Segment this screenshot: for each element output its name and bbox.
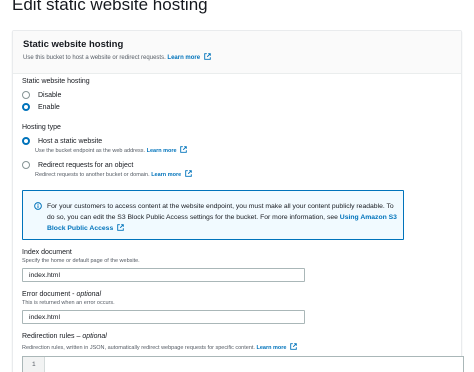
radio-enable-label[interactable]: Enable — [38, 104, 60, 111]
redirection-rules-description-text: Redirection rules, written in JSON, auto… — [22, 345, 255, 351]
radio-redirect-requests[interactable]: Redirect requests for an object — [22, 161, 133, 169]
panel-header: Static website hosting Use this bucket t… — [13, 31, 461, 74]
page-title: Edit static website hosting — [12, 0, 208, 14]
radio-enable-indicator[interactable] — [22, 103, 30, 111]
host-static-description-text: Use the bucket endpoint as the web addre… — [35, 148, 146, 154]
radio-host-static-indicator[interactable] — [22, 137, 30, 145]
radio-disable-label[interactable]: Disable — [38, 92, 61, 99]
radio-enable[interactable]: Enable — [22, 103, 60, 111]
external-link-icon[interactable] — [290, 343, 297, 350]
error-document-label-text: Error document - — [22, 291, 75, 298]
external-link-icon[interactable] — [180, 146, 187, 153]
index-document-label: Index document — [22, 249, 72, 256]
radio-disable[interactable]: Disable — [22, 91, 61, 99]
hosting-type-label: Hosting type — [22, 124, 61, 131]
radio-host-static-website[interactable]: Host a static website — [22, 137, 102, 145]
redirection-rules-label-text: Redirection rules – — [22, 333, 81, 340]
panel-learn-more-link[interactable]: Learn more — [167, 55, 200, 61]
index-document-input[interactable] — [22, 268, 305, 282]
index-document-description: Specify the home or default page of the … — [22, 258, 140, 264]
radio-host-static-label[interactable]: Host a static website — [38, 138, 102, 145]
redirect-description: Redirect requests to another bucket or d… — [35, 170, 192, 178]
redirection-rules-learn-more-link[interactable]: Learn more — [256, 345, 286, 351]
editor-line-number: 1 — [32, 361, 36, 368]
editor-gutter: 1 — [23, 357, 45, 372]
info-alert: For your customers to access content at … — [22, 190, 404, 240]
error-document-input[interactable] — [22, 310, 305, 324]
error-document-description: This is returned when an error occurs. — [22, 300, 115, 306]
redirect-description-text: Redirect requests to another bucket or d… — [35, 172, 150, 178]
redirection-rules-description: Redirection rules, written in JSON, auto… — [22, 343, 297, 351]
redirect-learn-more-link[interactable]: Learn more — [151, 172, 181, 178]
external-link-icon[interactable] — [117, 224, 124, 231]
redirection-rules-optional: optional — [82, 333, 107, 340]
hosting-toggle-label: Static website hosting — [22, 78, 90, 85]
info-alert-text: For your customers to access content at … — [47, 201, 399, 234]
radio-disable-indicator[interactable] — [22, 91, 30, 99]
redirection-rules-editor[interactable]: 1 — [22, 356, 464, 372]
error-document-label: Error document - optional — [22, 291, 101, 298]
radio-redirect-indicator[interactable] — [22, 161, 30, 169]
info-circle-icon — [34, 202, 42, 210]
redirection-rules-label: Redirection rules – optional — [22, 333, 107, 340]
host-static-description: Use the bucket endpoint as the web addre… — [35, 146, 187, 154]
external-link-icon[interactable] — [184, 170, 192, 177]
radio-redirect-label[interactable]: Redirect requests for an object — [38, 162, 133, 169]
external-link-icon[interactable] — [204, 53, 211, 60]
panel-description-text: Use this bucket to host a website or red… — [23, 55, 166, 61]
panel-title: Static website hosting — [23, 39, 124, 50]
error-document-optional: optional — [76, 291, 102, 298]
panel-description: Use this bucket to host a website or red… — [23, 53, 211, 61]
host-static-learn-more-link[interactable]: Learn more — [147, 148, 177, 154]
